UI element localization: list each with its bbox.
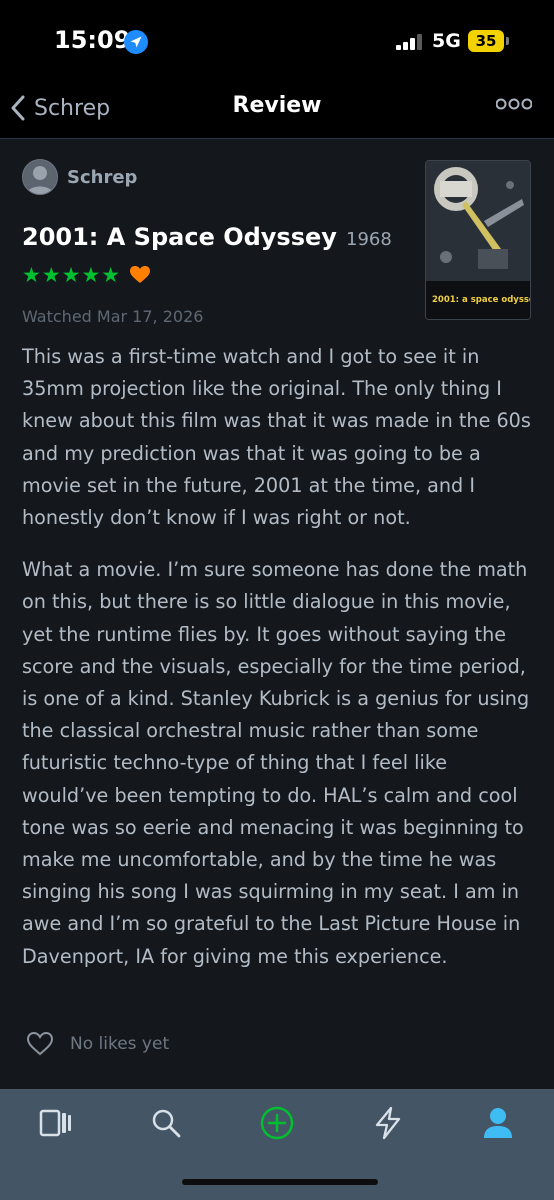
battery-indicator: 35 <box>468 30 504 52</box>
more-options-icon[interactable] <box>496 97 532 111</box>
poster-title: 2001: a space odyssey <box>432 295 530 305</box>
page-title: Review <box>232 93 322 118</box>
review-paragraph: What a movie. I’m sure someone has done … <box>22 558 530 968</box>
likes-count-label: No likes yet <box>70 1033 170 1054</box>
star-rating: ★★★★★ <box>22 263 122 287</box>
navigation-bar: Schrep Review <box>0 80 554 139</box>
add-icon[interactable] <box>259 1105 295 1141</box>
review-paragraph: This was a first-time watch and I got to… <box>22 345 531 530</box>
film-year[interactable]: 1968 <box>346 229 392 250</box>
status-bar: 15:09 5G 35 <box>0 0 554 80</box>
review-author[interactable]: Schrep <box>22 159 137 195</box>
status-time: 15:09 <box>54 26 131 54</box>
avatar <box>22 159 58 195</box>
default-avatar-icon <box>27 166 53 194</box>
network-type: 5G <box>432 30 461 52</box>
activity-icon[interactable] <box>370 1105 406 1141</box>
search-icon[interactable] <box>148 1105 184 1141</box>
likes-row: No likes yet <box>26 1031 169 1056</box>
battery-tip <box>506 37 509 45</box>
home-indicator <box>182 1179 378 1185</box>
watched-date: Watched Mar 17, 2026 <box>22 307 204 326</box>
author-name: Schrep <box>67 166 138 188</box>
like-heart-icon[interactable] <box>26 1031 54 1056</box>
cellular-signal-icon <box>396 34 422 50</box>
film-title-row: 2001: A Space Odyssey 1968 <box>22 223 392 251</box>
profile-icon[interactable] <box>480 1105 516 1141</box>
location-arrow-icon <box>124 30 148 54</box>
rating-row: ★★★★★ <box>22 263 151 287</box>
review-text: This was a first-time watch and I got to… <box>22 341 534 993</box>
film-title[interactable]: 2001: A Space Odyssey <box>22 223 337 251</box>
review-content: Schrep 2001: a space odyssey 2001: A Spa… <box>0 139 554 1089</box>
films-icon[interactable] <box>38 1105 74 1141</box>
liked-heart-icon <box>130 266 151 283</box>
film-poster[interactable]: 2001: a space odyssey <box>425 160 531 320</box>
